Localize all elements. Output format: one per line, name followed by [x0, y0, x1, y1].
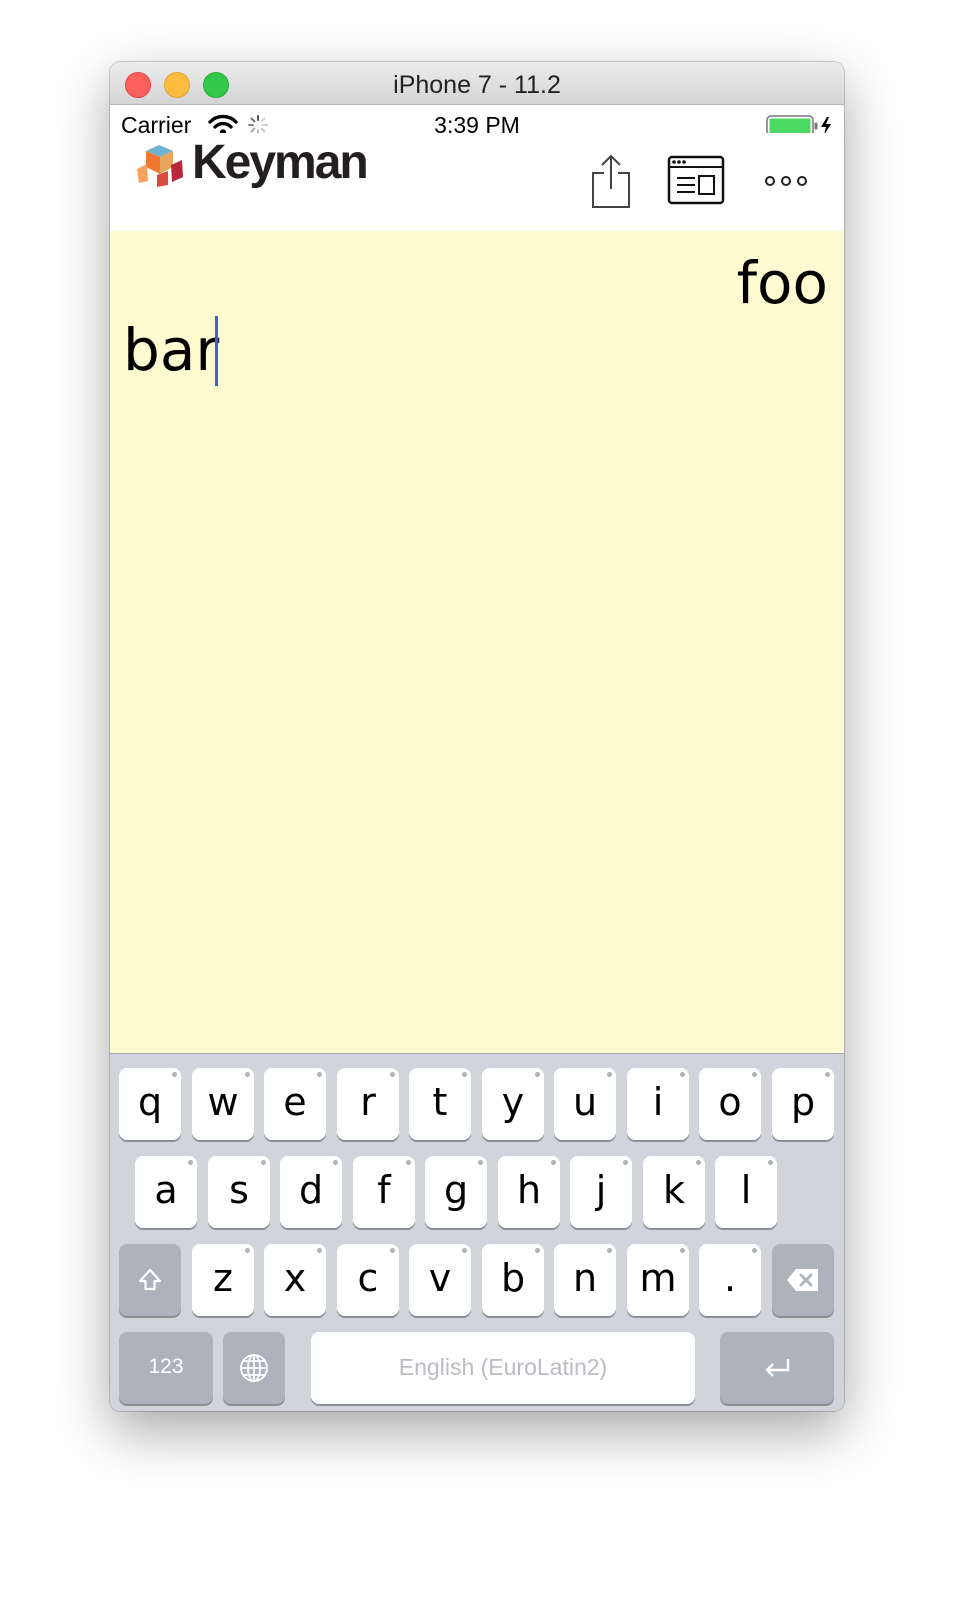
key-label: r	[360, 1080, 376, 1124]
key-k[interactable]: k	[643, 1156, 705, 1228]
key-q[interactable]: q	[119, 1068, 181, 1140]
shift-key[interactable]	[119, 1244, 181, 1316]
share-icon[interactable]	[590, 153, 632, 209]
key-label: u	[572, 1080, 598, 1124]
key-label: n	[572, 1256, 598, 1300]
key-r[interactable]: r	[337, 1068, 399, 1140]
key-period[interactable]: .	[699, 1244, 761, 1316]
key-f[interactable]: f	[353, 1156, 415, 1228]
keyman-logo-text: Keyman	[192, 136, 369, 189]
key-label: l	[740, 1168, 752, 1212]
key-u[interactable]: u	[554, 1068, 616, 1140]
text-editor[interactable]: foo bar	[110, 231, 844, 1053]
key-z[interactable]: z	[192, 1244, 254, 1316]
key-c[interactable]: c	[337, 1244, 399, 1316]
key-label: c	[357, 1256, 379, 1300]
key-n[interactable]: n	[554, 1244, 616, 1316]
key-o[interactable]: o	[699, 1068, 761, 1140]
key-label: i	[652, 1080, 664, 1124]
more-icon[interactable]	[762, 173, 810, 189]
editor-line-2: bar	[123, 316, 220, 384]
key-m[interactable]: m	[627, 1244, 689, 1316]
key-label: g	[443, 1168, 469, 1212]
simulator-window: iPhone 7 - 11.2 Carrier 3:39 PM Keyman f…	[110, 62, 844, 1411]
key-h[interactable]: h	[498, 1156, 560, 1228]
key-label: j	[595, 1168, 607, 1212]
key-label: d	[298, 1168, 324, 1212]
key-label: m	[639, 1256, 677, 1300]
key-label: z	[213, 1256, 233, 1300]
key-w[interactable]: w	[192, 1068, 254, 1140]
key-s[interactable]: s	[208, 1156, 270, 1228]
key-label: q	[137, 1080, 163, 1124]
key-label: f	[377, 1168, 391, 1212]
key-g[interactable]: g	[425, 1156, 487, 1228]
key-label: x	[283, 1256, 307, 1300]
key-a[interactable]: a	[135, 1156, 197, 1228]
key-j[interactable]: j	[570, 1156, 632, 1228]
key-label: e	[283, 1080, 307, 1124]
key-label: h	[516, 1168, 542, 1212]
key-v[interactable]: v	[409, 1244, 471, 1316]
key-p[interactable]: p	[772, 1068, 834, 1140]
key-label: y	[501, 1080, 525, 1124]
key-b[interactable]: b	[482, 1244, 544, 1316]
device-screen: Carrier 3:39 PM Keyman foo bar q w e r t…	[110, 105, 844, 1411]
space-bar[interactable]: English (EuroLatin2)	[311, 1332, 695, 1404]
key-x[interactable]: x	[264, 1244, 326, 1316]
key-label: k	[662, 1168, 685, 1212]
key-label: .	[723, 1256, 737, 1300]
key-l[interactable]: l	[715, 1156, 777, 1228]
key-label: t	[432, 1080, 448, 1124]
key-e[interactable]: e	[264, 1068, 326, 1140]
key-label: o	[718, 1080, 742, 1124]
keyman-keyboard: q w e r t y u i o p a s d f g h j k l z …	[110, 1053, 844, 1411]
key-label: p	[790, 1080, 816, 1124]
key-label: b	[500, 1256, 526, 1300]
keyboard-settings-icon[interactable]	[667, 155, 725, 205]
keyman-logo-icon	[135, 141, 185, 194]
key-label: a	[154, 1168, 178, 1212]
key-label: s	[229, 1168, 249, 1212]
key-i[interactable]: i	[627, 1068, 689, 1140]
backspace-key[interactable]	[772, 1244, 834, 1316]
window-title: iPhone 7 - 11.2	[393, 71, 561, 99]
key-label: w	[207, 1080, 239, 1124]
key-y[interactable]: y	[482, 1068, 544, 1140]
globe-key[interactable]	[223, 1332, 285, 1404]
editor-line-1: foo	[736, 249, 828, 317]
numbers-key[interactable]: 123	[119, 1332, 213, 1404]
key-label: v	[428, 1256, 452, 1300]
return-key[interactable]	[720, 1332, 834, 1404]
text-cursor	[215, 316, 218, 386]
key-t[interactable]: t	[409, 1068, 471, 1140]
window-titlebar: iPhone 7 - 11.2	[110, 62, 844, 105]
key-d[interactable]: d	[280, 1156, 342, 1228]
